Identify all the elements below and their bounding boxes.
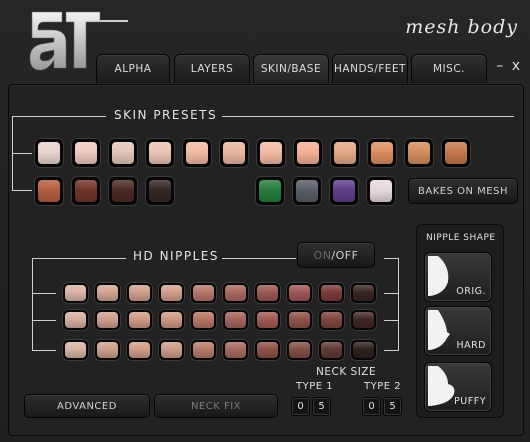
bom-preset-swatch[interactable]	[366, 176, 396, 206]
bom-preset-swatch[interactable]	[292, 176, 322, 206]
nipple-color-swatch[interactable]	[286, 309, 313, 331]
tab-alpha[interactable]: ALPHA	[96, 54, 170, 83]
nipple-color-swatch[interactable]	[94, 282, 121, 304]
nipple-color-swatch[interactable]	[350, 282, 377, 304]
bracket-line	[12, 190, 32, 191]
shape-orig-label: ORIG.	[456, 286, 486, 297]
nipple-color-swatch[interactable]	[222, 282, 249, 304]
neck-type2-digit-2[interactable]: 5	[383, 397, 402, 416]
tab-misc[interactable]: MISC.	[411, 54, 487, 83]
skin-preset-swatch[interactable]	[34, 138, 64, 168]
shape-hard-button[interactable]: HARD	[424, 306, 492, 356]
nipple-color-swatch[interactable]	[62, 339, 89, 361]
nipple-color-swatch[interactable]	[286, 339, 313, 361]
hud-window: mesh body ALPHA LAYERS SKIN/BASE HANDS/F…	[0, 0, 530, 442]
skin-preset-swatch[interactable]	[256, 138, 286, 168]
bracket-line	[398, 258, 399, 350]
toggle-on-label: ON	[313, 248, 332, 262]
divider	[12, 116, 106, 117]
skin-preset-swatch[interactable]	[367, 138, 397, 168]
divider	[222, 116, 514, 117]
toggle-off-label: OFF	[335, 248, 359, 262]
nipple-color-swatch[interactable]	[318, 339, 345, 361]
nipple-color-swatch[interactable]	[190, 339, 217, 361]
neck-type2-digit-1[interactable]: 0	[362, 397, 381, 416]
bracket-line	[384, 320, 399, 321]
skin-preset-swatch[interactable]	[145, 138, 175, 168]
nipple-color-swatch[interactable]	[190, 282, 217, 304]
skin-preset-swatch[interactable]	[441, 138, 471, 168]
skin-preset-swatch[interactable]	[219, 138, 249, 168]
minimize-icon[interactable]: –	[496, 58, 503, 74]
skin-preset-swatch[interactable]	[293, 138, 323, 168]
bracket-line	[32, 258, 33, 350]
neck-fix-button[interactable]: NECK FIX	[154, 394, 278, 418]
skin-presets-title: SKIN PRESETS	[114, 108, 218, 122]
skin-preset-swatch[interactable]	[145, 176, 175, 206]
nipple-color-swatch[interactable]	[254, 309, 281, 331]
neck-type1-digit-1[interactable]: 0	[291, 397, 310, 416]
nipple-color-swatch[interactable]	[254, 282, 281, 304]
nipple-color-swatch[interactable]	[286, 282, 313, 304]
nipple-color-swatch[interactable]	[62, 309, 89, 331]
tab-hands-feet[interactable]: HANDS/FEET	[332, 54, 408, 83]
bom-preset-swatch[interactable]	[329, 176, 359, 206]
bracket-line	[32, 320, 56, 321]
nipple-color-swatch[interactable]	[126, 282, 153, 304]
divider	[32, 258, 126, 259]
shape-puffy-label: PUFFY	[454, 396, 486, 407]
bracket-line	[32, 350, 56, 351]
bracket-line	[384, 350, 399, 351]
nipple-profile-icon	[428, 256, 449, 296]
nipple-color-swatch[interactable]	[318, 309, 345, 331]
skin-preset-swatch[interactable]	[108, 176, 138, 206]
skin-preset-swatch[interactable]	[404, 138, 434, 168]
shape-hard-label: HARD	[456, 340, 486, 351]
nipple-color-swatch[interactable]	[126, 309, 153, 331]
skin-preset-swatch[interactable]	[330, 138, 360, 168]
brand-title: mesh body	[405, 16, 518, 38]
bom-preset-swatch[interactable]	[255, 176, 285, 206]
hd-nipples-title: HD NIPPLES	[133, 249, 219, 263]
bracket-line	[32, 293, 56, 294]
bracket-line	[384, 293, 399, 294]
nipple-color-swatch[interactable]	[158, 339, 185, 361]
shape-puffy-button[interactable]: PUFFY	[424, 362, 492, 412]
tab-layers[interactable]: LAYERS	[174, 54, 250, 83]
advanced-button[interactable]: ADVANCED	[24, 394, 150, 418]
nipple-shape-title: NIPPLE SHAPE	[426, 233, 496, 243]
nipple-color-swatch[interactable]	[222, 339, 249, 361]
bracket-line	[384, 258, 399, 259]
neck-size-title: NECK SIZE	[316, 366, 377, 378]
neck-type1-digit-2[interactable]: 5	[312, 397, 331, 416]
nipple-color-swatch[interactable]	[158, 282, 185, 304]
bakes-on-mesh-button[interactable]: BAKES ON MESH	[408, 178, 518, 204]
nipples-on-off-toggle[interactable]: ON / OFF	[297, 242, 375, 268]
nipple-color-swatch[interactable]	[62, 282, 89, 304]
divider	[222, 258, 296, 259]
nipple-color-swatch[interactable]	[222, 309, 249, 331]
tab-skin-base[interactable]: SKIN/BASE	[253, 54, 329, 83]
neck-type1-label: TYPE 1	[296, 381, 334, 392]
window-controls: – x	[496, 58, 520, 74]
nipple-color-swatch[interactable]	[350, 339, 377, 361]
skin-preset-swatch[interactable]	[71, 176, 101, 206]
nipple-color-swatch[interactable]	[254, 339, 281, 361]
nipple-color-swatch[interactable]	[350, 309, 377, 331]
shape-orig-button[interactable]: ORIG.	[424, 252, 492, 302]
skin-preset-swatch[interactable]	[71, 138, 101, 168]
skin-preset-swatch[interactable]	[108, 138, 138, 168]
nipple-profile-icon	[428, 310, 450, 350]
skin-preset-swatch[interactable]	[34, 176, 64, 206]
nipple-color-swatch[interactable]	[126, 339, 153, 361]
skin-preset-swatch[interactable]	[182, 138, 212, 168]
nipple-color-swatch[interactable]	[94, 309, 121, 331]
bracket-line	[12, 153, 32, 154]
neck-type2-label: TYPE 2	[364, 381, 402, 392]
nipple-color-swatch[interactable]	[190, 309, 217, 331]
close-icon[interactable]: x	[512, 58, 520, 74]
nipple-color-swatch[interactable]	[318, 282, 345, 304]
nipple-color-swatch[interactable]	[158, 309, 185, 331]
nipple-color-swatch[interactable]	[94, 339, 121, 361]
